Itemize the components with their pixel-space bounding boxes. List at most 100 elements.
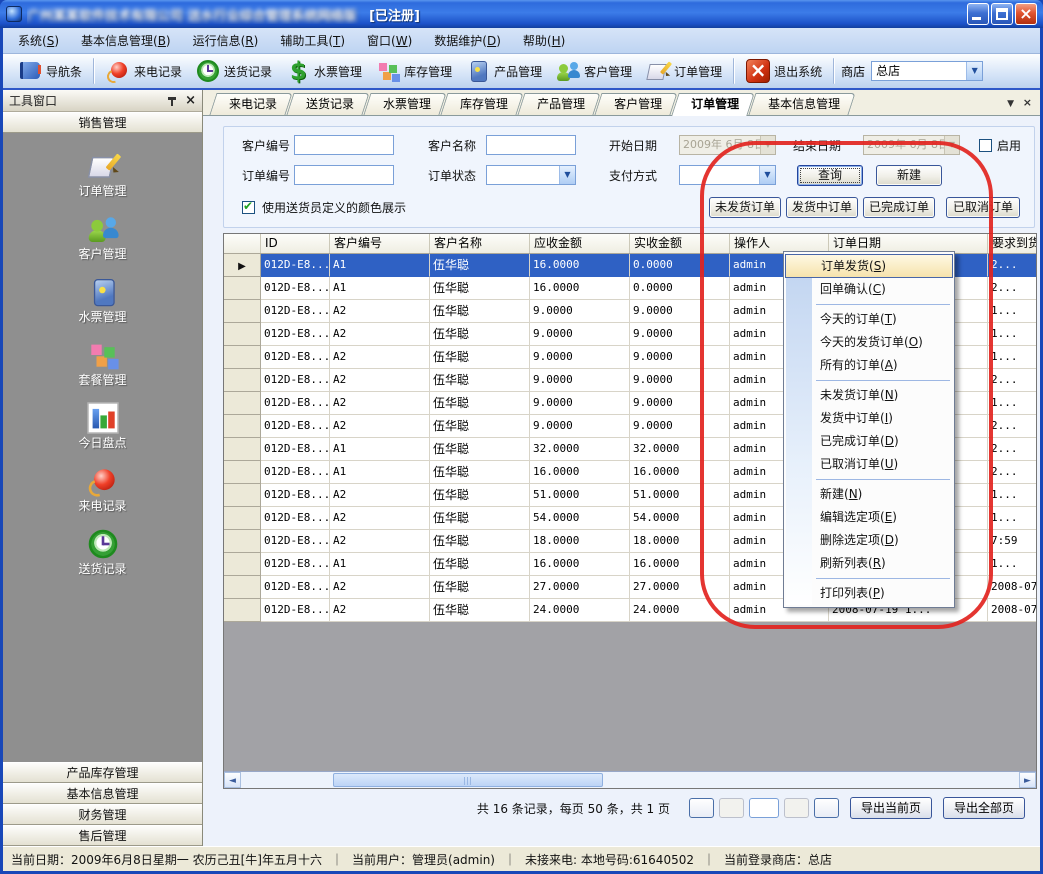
row-selector-cell[interactable] [224,346,261,369]
menu-item[interactable]: 帮助(H) [512,29,576,52]
context-menu-item[interactable] [784,377,954,384]
toolbar-button[interactable] [93,58,95,84]
toolbar-button[interactable] [833,58,835,84]
context-menu-item[interactable]: 发货中订单(I) [784,407,954,430]
export-current-page-button[interactable]: 导出当前页 [850,797,932,819]
tab[interactable]: 基本信息管理 [752,93,852,115]
context-menu-item[interactable]: 已取消订单(U) [784,453,954,476]
context-menu-item[interactable]: 未发货订单(N) [784,384,954,407]
menu-item[interactable]: 窗口(W) [356,29,423,52]
row-selector-cell[interactable] [224,415,261,438]
column-header[interactable]: 客户名称 [430,234,530,253]
maximize-button[interactable] [991,3,1013,25]
toolbar-button[interactable]: 水票管理 [279,56,369,86]
order-code-input[interactable] [294,165,394,185]
context-menu-item[interactable] [784,575,954,582]
scroll-left-icon[interactable]: ◄ [224,772,241,788]
toolbar-button[interactable]: 库存管理 [369,56,459,86]
context-menu-item[interactable]: 打印列表(P) [784,582,954,605]
row-selector-cell[interactable] [224,530,261,553]
row-selector-cell[interactable] [224,553,261,576]
row-selector-cell[interactable] [224,438,261,461]
pager-button[interactable] [814,798,839,818]
row-selector-cell[interactable] [224,507,261,530]
dropdown-arrow-icon[interactable]: ▼ [966,62,982,80]
new-button[interactable]: 新建 [876,165,942,186]
sidebar-close-icon[interactable]: × [185,96,196,106]
toolbar-button[interactable]: 来电记录 [99,56,189,86]
horizontal-scrollbar[interactable]: ◄ ► [224,771,1036,788]
tab[interactable]: 库存管理 [444,93,520,115]
context-menu-item[interactable]: 今天的订单(T) [784,308,954,331]
tab[interactable]: 产品管理 [521,93,597,115]
shop-select[interactable]: 总店 ▼ [871,61,983,81]
minimize-button[interactable] [967,3,989,25]
sidebar-item[interactable]: 套餐管理 [3,334,202,397]
tab[interactable]: 来电记录 [213,93,289,115]
toolbar-button[interactable]: 退出系统 [739,56,829,86]
enable-dates-checkbox[interactable] [979,139,992,152]
context-menu-item[interactable]: 新建(N) [784,483,954,506]
color-display-checkbox[interactable] [242,201,255,214]
filter-completed-button[interactable]: 已完成订单 [863,197,935,218]
context-menu-item[interactable] [784,301,954,308]
menu-item[interactable]: 系统(S) [7,29,70,52]
row-selector-cell[interactable] [224,461,261,484]
row-selector-cell[interactable] [224,484,261,507]
toolbar-button[interactable]: 送货记录 [189,56,279,86]
sidebar-section-sales[interactable]: 销售管理 [3,112,202,133]
column-header[interactable]: ID [261,234,330,253]
close-button[interactable]: × [1015,3,1037,25]
menu-item[interactable]: 数据维护(D) [423,29,512,52]
menu-item[interactable]: 辅助工具(T) [269,29,356,52]
toolbar-button[interactable] [733,58,735,84]
row-selector-cell[interactable] [224,599,261,622]
row-selector-cell[interactable] [224,392,261,415]
row-selector-cell[interactable] [224,369,261,392]
export-all-pages-button[interactable]: 导出全部页 [943,797,1025,819]
sidebar-section[interactable]: 财务管理 [3,804,202,825]
start-date-picker[interactable]: 2009年 6月 8日 ▼ [679,135,776,155]
sidebar-item[interactable]: 水票管理 [3,271,202,334]
order-status-select[interactable]: ▼ [486,165,576,185]
filter-shipping-button[interactable]: 发货中订单 [786,197,858,218]
sidebar-item[interactable]: 客户管理 [3,208,202,271]
pin-icon[interactable] [167,96,177,106]
context-menu-item[interactable]: 刷新列表(R) [784,552,954,575]
filter-unshipped-button[interactable]: 未发货订单 [709,197,781,218]
context-menu-item[interactable]: 回单确认(C) [784,278,954,301]
sidebar-item[interactable]: 来电记录 [3,460,202,523]
context-menu-item[interactable]: 已完成订单(D) [784,430,954,453]
sidebar-item[interactable]: 今日盘点 [3,397,202,460]
sidebar-section[interactable]: 售后管理 [3,825,202,846]
column-header[interactable]: 实收金额 [630,234,730,253]
menu-item[interactable]: 运行信息(R) [182,29,270,52]
pager-button[interactable] [719,798,744,818]
row-selector-cell[interactable] [224,323,261,346]
context-menu-item[interactable]: 删除选定项(D) [784,529,954,552]
pager-button[interactable] [749,798,779,818]
pager-button[interactable] [784,798,809,818]
context-menu-item[interactable]: 所有的订单(A) [784,354,954,377]
sidebar-item[interactable]: 订单管理 [3,145,202,208]
customer-code-input[interactable] [294,135,394,155]
tab[interactable]: 订单管理 [675,93,751,115]
scrollbar-thumb[interactable] [333,773,603,787]
tab[interactable]: 送货记录 [290,93,366,115]
row-selector-cell[interactable] [224,254,261,277]
pager-button[interactable] [689,798,714,818]
tab-close-icon[interactable]: × [1023,96,1032,109]
tab[interactable]: 客户管理 [598,93,674,115]
toolbar-button[interactable]: 导航条 [11,56,89,86]
toolbar-button[interactable]: 客户管理 [549,56,639,86]
sidebar-item[interactable]: 送货记录 [3,523,202,586]
scroll-right-icon[interactable]: ► [1019,772,1036,788]
row-selector-cell[interactable] [224,277,261,300]
pay-method-select[interactable]: ▼ [679,165,776,185]
sidebar-section[interactable]: 基本信息管理 [3,783,202,804]
customer-name-input[interactable] [486,135,576,155]
end-date-picker[interactable]: 2009年 6月 8日 ▼ [863,135,960,155]
column-header[interactable]: 应收金额 [530,234,630,253]
tab[interactable]: 水票管理 [367,93,443,115]
context-menu-item[interactable] [784,476,954,483]
